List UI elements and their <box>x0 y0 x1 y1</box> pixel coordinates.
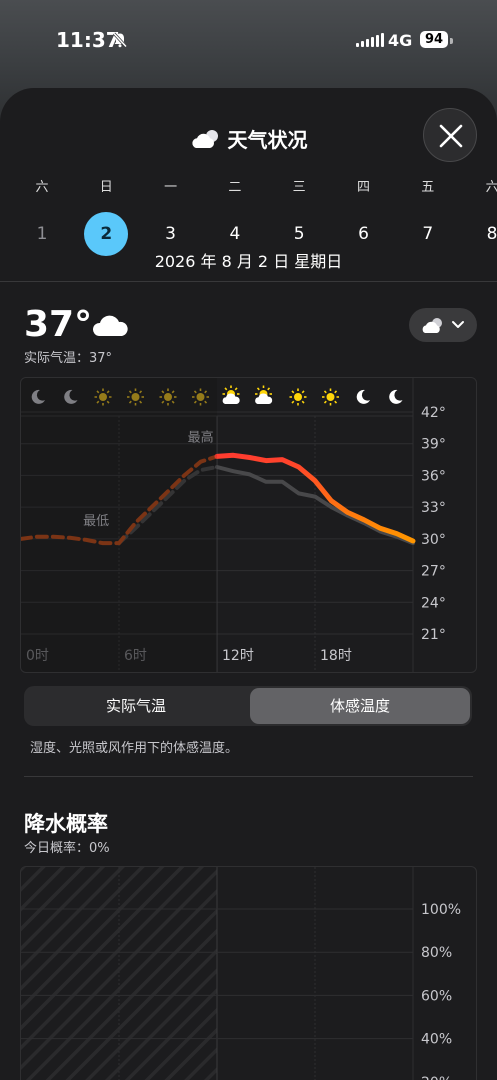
moon-icon <box>356 389 370 404</box>
option-actual-temperature[interactable]: 实际气温 <box>26 688 246 724</box>
y-tick-label: 27° <box>421 564 446 580</box>
battery-level: 94 <box>420 31 449 48</box>
precip-chart-svg: 100% 80% 60% 40% 20% <box>21 867 461 1080</box>
current-temperature: 37° <box>24 304 93 345</box>
day-3[interactable]: 一3 <box>149 176 193 244</box>
battery-icon <box>450 38 453 44</box>
temperature-mode-toggle[interactable]: 实际气温 体感温度 <box>24 686 472 726</box>
cloudy-icon <box>92 315 128 336</box>
x-tick-label: 18时 <box>320 648 352 664</box>
divider <box>24 776 473 777</box>
day-8[interactable]: 六8 <box>470 176 497 244</box>
y-tick-label: 33° <box>421 500 446 516</box>
y-tick-label: 20% <box>421 1075 452 1080</box>
actual-temperature-label: 实际气温：37° <box>24 351 113 366</box>
day-7[interactable]: 五7 <box>406 176 450 244</box>
feels-like-description: 湿度、光照或风作用下的体感温度。 <box>30 741 239 756</box>
status-bar: 11:37 4G 94 <box>0 0 497 82</box>
temperature-chart[interactable]: 42°39°36°33°30°27°24°21°0时6时12时18时最高最低 <box>20 377 477 673</box>
chart-type-picker[interactable] <box>409 308 477 342</box>
day-6[interactable]: 四6 <box>342 176 386 244</box>
sun-icon <box>289 388 307 406</box>
option-feels-like[interactable]: 体感温度 <box>250 688 470 724</box>
y-tick-label: 40% <box>421 1032 452 1048</box>
precip-chart[interactable]: 100% 80% 60% 40% 20% <box>20 866 477 1080</box>
weekday-label: 二 <box>228 180 242 195</box>
signal-icon <box>356 33 384 47</box>
y-tick-label: 24° <box>421 595 446 611</box>
weekday-label: 四 <box>356 180 370 195</box>
weekday-label: 一 <box>164 180 178 195</box>
y-tick-label: 21° <box>421 627 446 643</box>
y-tick-label: 80% <box>421 945 452 961</box>
divider <box>0 281 497 282</box>
sun-cloud-icon <box>222 385 240 404</box>
day-5[interactable]: 三5 <box>277 176 321 244</box>
cloud-icon <box>191 130 218 148</box>
weekday-label: 六 <box>35 180 49 195</box>
y-tick-label: 30° <box>421 532 446 548</box>
weekday-label: 日 <box>99 180 113 195</box>
chevron-down-icon <box>452 321 464 328</box>
mute-bell-icon <box>112 32 128 48</box>
weekday-label: 三 <box>292 180 306 195</box>
sun-cloud-icon <box>255 385 273 404</box>
day-2[interactable]: 日2 <box>84 176 129 256</box>
y-tick-label: 42° <box>421 405 446 421</box>
close-icon <box>439 124 463 148</box>
weather-sheet: 天气状况 六1 日2 一3 二4 三5 四6 五7 六8 2026 年 8 月 2 日 星期日… <box>0 88 497 1080</box>
day-4[interactable]: 二4 <box>213 176 257 244</box>
sun-icon <box>322 388 339 406</box>
weekday-label: 六 <box>485 180 497 195</box>
weekday-label: 五 <box>421 180 435 195</box>
close-button[interactable] <box>423 108 477 162</box>
y-tick-label: 39° <box>421 437 446 453</box>
y-tick-label: 60% <box>421 988 452 1004</box>
day-1[interactable]: 六1 <box>20 176 64 244</box>
cloud-icon <box>422 318 442 333</box>
temperature-chart-svg: 42°39°36°33°30°27°24°21°0时6时12时18时最高最低 <box>21 378 446 672</box>
past-overlay <box>21 378 217 672</box>
status-time: 11:37 <box>56 28 120 52</box>
selected-date: 2026 年 8 月 2 日 星期日 <box>154 252 343 271</box>
precip-title: 降水概率 <box>24 812 108 836</box>
y-tick-label: 36° <box>421 468 446 484</box>
sheet-title-text: 天气状况 <box>227 128 308 152</box>
precip-today: 今日概率：0% <box>24 841 110 856</box>
y-tick-label: 100% <box>421 902 461 918</box>
x-tick-label: 12时 <box>222 648 254 664</box>
network-type: 4G <box>388 31 413 50</box>
moon-icon <box>389 389 403 404</box>
